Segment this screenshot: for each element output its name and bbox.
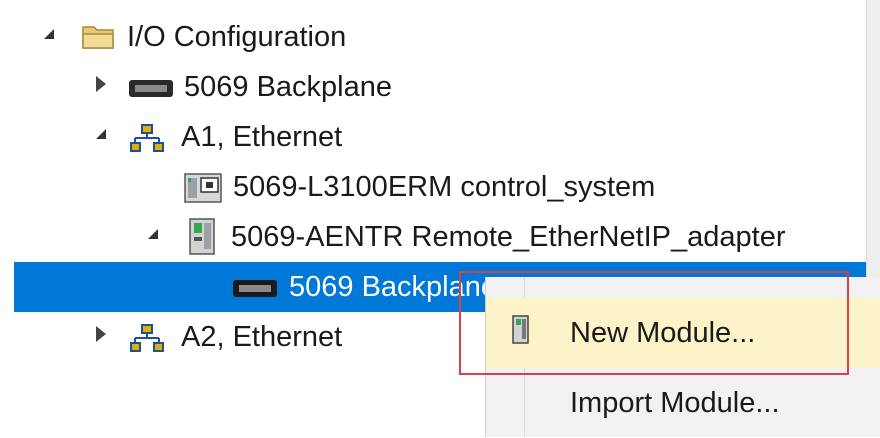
tree-item-controller[interactable]: 5069-L3100ERM control_system: [0, 162, 866, 212]
collapse-arrow-icon[interactable]: [96, 76, 106, 92]
ethernet-network-icon: [130, 324, 164, 359]
expand-arrow-icon[interactable]: [148, 229, 158, 239]
tree-item-label: A2, Ethernet: [181, 321, 343, 353]
expand-arrow-icon[interactable]: [44, 29, 54, 39]
tree-item-label: 5069 Backplane: [184, 71, 392, 103]
module-icon: [512, 315, 530, 350]
expand-arrow-icon[interactable]: [96, 129, 106, 139]
controller-icon: [183, 172, 223, 209]
backplane-icon: [128, 78, 174, 105]
tree-item-label: A1, Ethernet: [181, 121, 343, 153]
tree-item-backplane[interactable]: 5069 Backplane: [0, 62, 866, 112]
context-menu: New Module... Import Module...: [485, 277, 880, 437]
backplane-icon: [232, 278, 278, 305]
menu-item-label: Import Module...: [570, 387, 780, 419]
menu-item-import-module[interactable]: Import Module...: [486, 368, 880, 438]
tree-item-a1-ethernet[interactable]: A1, Ethernet: [0, 112, 866, 162]
menu-item-new-module[interactable]: New Module...: [486, 298, 880, 368]
ethernet-network-icon: [130, 124, 164, 159]
tree-item-adapter[interactable]: 5069-AENTR Remote_EtherNetIP_adapter: [0, 212, 866, 262]
adapter-module-icon: [188, 218, 218, 261]
tree-item-label: 5069-L3100ERM control_system: [233, 171, 656, 203]
folder-icon: [80, 21, 116, 56]
collapse-arrow-icon[interactable]: [96, 326, 106, 342]
tree-item-label: 5069 Backplane: [289, 271, 497, 303]
tree-item-label: I/O Configuration: [127, 21, 347, 53]
tree-item-io-configuration[interactable]: I/O Configuration: [0, 12, 866, 62]
menu-item-label: New Module...: [570, 317, 756, 349]
tree-item-label: 5069-AENTR Remote_EtherNetIP_adapter: [231, 221, 786, 253]
